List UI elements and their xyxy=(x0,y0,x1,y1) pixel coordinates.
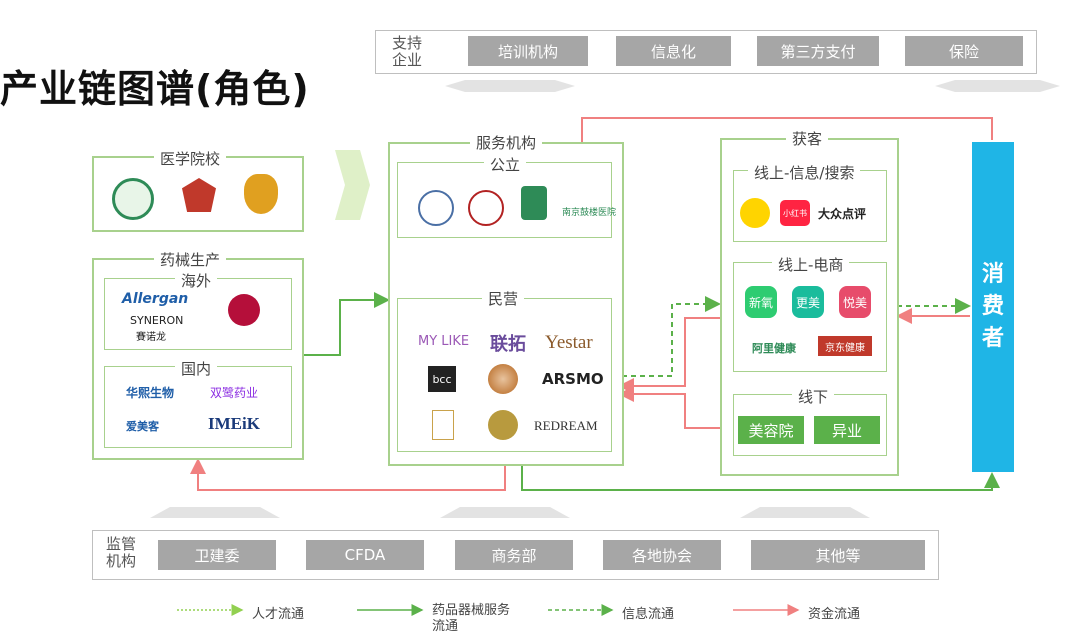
logo-xiaohongshu-text: 小红书 xyxy=(783,208,807,218)
legend-info: 信息流通 xyxy=(622,607,675,622)
public-logo-1 xyxy=(418,190,454,226)
logo-bcc-text: bcc xyxy=(432,372,452,386)
logo-soyoung-text: 新氧 xyxy=(748,295,773,310)
logo-yuemei-text: 悦美 xyxy=(842,295,867,310)
consumer-char-3: 者 xyxy=(981,326,1004,351)
support-arrow-1 xyxy=(445,80,575,92)
logo-syneron-cn: 賽诺龙 xyxy=(136,332,166,343)
logo-gengmei: 更美 xyxy=(792,286,824,318)
regulator-arrow-1 xyxy=(150,507,280,518)
public-logo-3 xyxy=(521,186,547,220)
legend-talent: 人才流通 xyxy=(252,607,305,622)
online-ecom-label: 线上-电商 xyxy=(772,254,850,275)
domestic-label: 国内 xyxy=(175,358,218,379)
logo-lg xyxy=(228,294,260,326)
pharma-label: 药械生产 xyxy=(154,249,227,270)
logo-mylike: MY LIKE xyxy=(418,334,470,349)
logo-bloomage: 华熙生物 xyxy=(126,386,175,400)
logo-jdhealth-text: 京东健康 xyxy=(825,342,865,354)
legend-money: 资金流通 xyxy=(808,607,861,622)
consumer-char-1: 消 xyxy=(981,262,1004,287)
offline-label: 线下 xyxy=(792,386,835,407)
regulator-arrow-3 xyxy=(740,507,870,518)
logo-xiaohongshu: 小红书 xyxy=(780,200,810,226)
legend-goods: 药品器械服务流通 xyxy=(432,603,511,634)
money-ecom-to-service-line xyxy=(618,317,734,394)
consumer-char-2: 费 xyxy=(981,294,1004,319)
logo-emoji xyxy=(740,198,770,228)
logo-jdhealth: 京东健康 xyxy=(818,336,872,356)
logo-soyoung: 新氧 xyxy=(745,286,777,318)
logo-yestar: Yestar xyxy=(545,332,593,353)
money-offline-to-service-line xyxy=(618,386,736,429)
support-arrow-2 xyxy=(935,80,1060,92)
medical-schools-label: 医学院校 xyxy=(154,148,227,169)
offline-item-crossindustry: 异业 xyxy=(814,416,880,444)
public-label: 公立 xyxy=(484,154,527,175)
regulator-arrow-2 xyxy=(440,507,570,518)
logo-arsmo: ARSMO xyxy=(542,370,604,388)
logo-redream: REDREAM xyxy=(534,418,598,433)
logo-yuemei: 悦美 xyxy=(839,286,871,318)
logo-dianping: 大众点评 xyxy=(818,207,867,221)
consumer-bar: 消 费 者 xyxy=(972,142,1014,472)
acquisition-label: 获客 xyxy=(786,128,829,149)
overseas-label: 海外 xyxy=(175,270,218,291)
info-service-to-ecom-line xyxy=(622,296,721,377)
logo-syneron: SYNERON xyxy=(130,314,184,327)
school-logo-1 xyxy=(112,178,154,220)
logo-gengmei-text: 更美 xyxy=(795,295,820,310)
logo-gold-2 xyxy=(488,410,518,440)
logo-imeik: IMEiK xyxy=(208,414,260,433)
school-to-service-arrow xyxy=(335,150,370,220)
logo-allergan: Allergan xyxy=(122,291,189,307)
public-logo-2 xyxy=(468,190,504,226)
logo-alihealth: 阿里健康 xyxy=(752,342,796,355)
public-logo-4: 南京鼓楼医院 xyxy=(562,208,617,218)
logo-gold-1 xyxy=(432,410,454,440)
logo-shuanglu: 双鹭药业 xyxy=(210,386,259,400)
logo-aimeike: 爱美客 xyxy=(126,420,159,433)
offline-item-beauty-salon: 美容院 xyxy=(738,416,804,444)
logo-bcc: bcc xyxy=(428,366,456,392)
online-info-label: 线上-信息/搜索 xyxy=(748,162,861,183)
service-label: 服务机构 xyxy=(470,132,543,153)
logo-swirl xyxy=(488,364,518,394)
private-label: 民营 xyxy=(482,288,525,309)
pharma-to-service-line xyxy=(302,292,390,356)
logo-liantuo: 联拓 xyxy=(490,334,526,355)
school-logo-3 xyxy=(244,174,278,214)
